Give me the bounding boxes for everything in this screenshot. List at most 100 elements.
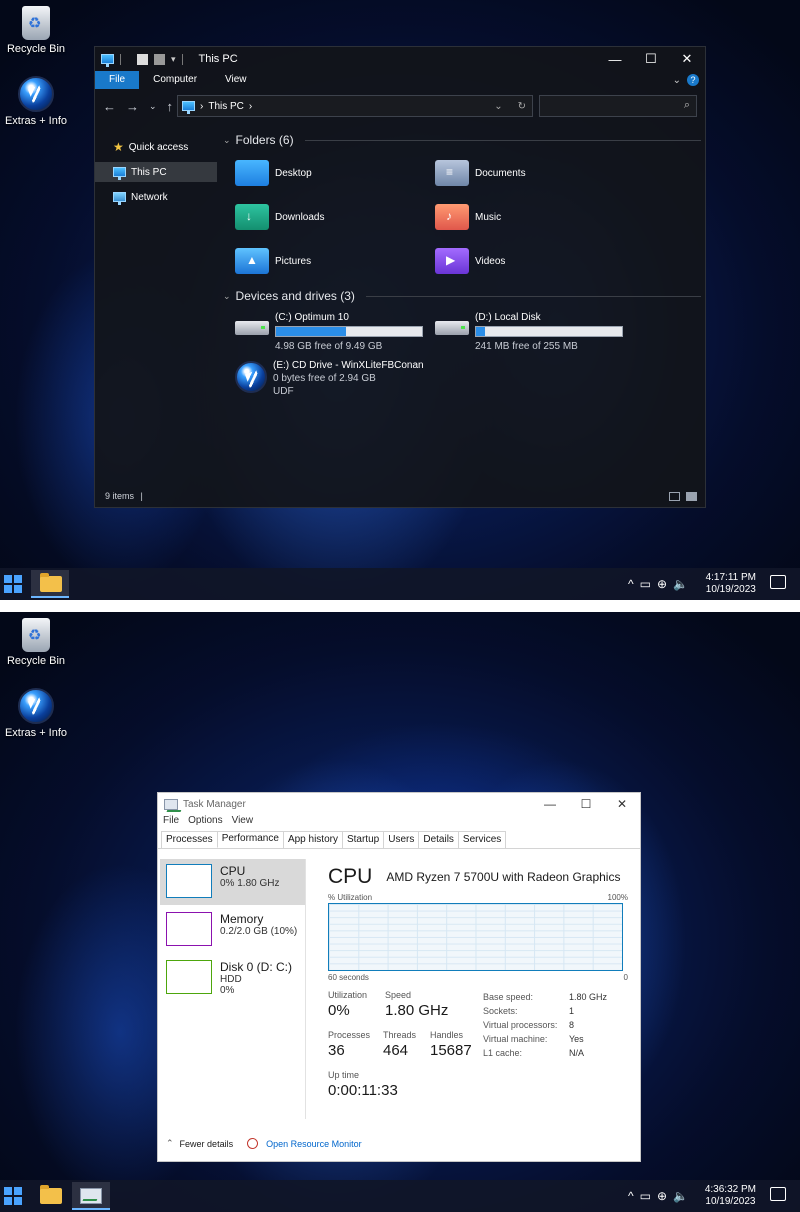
device-icon[interactable]: ▭ bbox=[640, 1189, 651, 1203]
chevron-up-icon[interactable]: ^ bbox=[628, 1189, 634, 1203]
pictures-folder-icon bbox=[235, 248, 269, 274]
clock[interactable]: 4:36:32 PM 10/19/2023 bbox=[705, 1184, 756, 1208]
tab-view[interactable]: View bbox=[211, 71, 261, 89]
navigation-pane: ★ Quick access This PC Network bbox=[95, 131, 217, 471]
tab-users[interactable]: Users bbox=[383, 831, 420, 848]
tab-processes[interactable]: Processes bbox=[161, 831, 218, 848]
back-arrow-icon[interactable]: ← bbox=[103, 99, 116, 114]
address-bar[interactable]: › This PC › ⌄ ↻ bbox=[177, 95, 533, 117]
drive-e[interactable]: (E:) CD Drive - WinXLiteFBConan 0 bytes … bbox=[235, 359, 433, 403]
maximize-button[interactable]: ☐ bbox=[633, 47, 669, 71]
tab-strip: Processes Performance App history Startu… bbox=[158, 831, 640, 849]
recent-locations-icon[interactable]: ⌄ bbox=[149, 101, 157, 112]
menu-view[interactable]: View bbox=[232, 815, 254, 831]
system-tray: ^ ▭ ⊕ 🔈 bbox=[628, 1180, 694, 1212]
device-icon[interactable]: ▭ bbox=[640, 577, 651, 591]
customize-toolbar-icon[interactable]: ▾ bbox=[171, 54, 176, 65]
drives-group-header[interactable]: ⌄ Devices and drives (3) bbox=[223, 287, 701, 305]
window-title: This PC bbox=[198, 53, 238, 65]
volume-icon[interactable]: 🔈 bbox=[673, 1189, 688, 1203]
drive-c[interactable]: (C:) Optimum 10 4.98 GB free of 9.49 GB bbox=[235, 311, 433, 355]
close-button[interactable]: ✕ bbox=[604, 793, 640, 815]
drive-d[interactable]: (D:) Local Disk 241 MB free of 255 MB bbox=[435, 311, 633, 355]
folder-downloads[interactable]: Downloads bbox=[235, 199, 433, 235]
resource-detail: HDD bbox=[220, 974, 242, 985]
tab-startup[interactable]: Startup bbox=[341, 831, 385, 848]
help-icon[interactable]: ? bbox=[687, 74, 699, 86]
desktop-icon-recycle-bin[interactable]: Recycle Bin bbox=[2, 6, 70, 55]
tab-computer[interactable]: Computer bbox=[139, 71, 211, 89]
menu-options[interactable]: Options bbox=[188, 815, 222, 831]
forward-arrow-icon[interactable]: → bbox=[126, 99, 139, 114]
globe-icon[interactable]: ⊕ bbox=[657, 1189, 667, 1203]
this-pc-icon bbox=[101, 54, 114, 67]
minimize-button[interactable]: — bbox=[532, 793, 568, 815]
breadcrumb-separator-icon[interactable]: › bbox=[249, 101, 252, 112]
clock-time: 4:17:11 PM bbox=[705, 572, 756, 583]
nav-item-this-pc[interactable]: This PC bbox=[95, 162, 217, 182]
footer: ⌃ Fewer details Open Resource Monitor bbox=[166, 1138, 362, 1149]
taskbar-file-explorer[interactable] bbox=[31, 1182, 69, 1210]
drive-name: (D:) Local Disk bbox=[475, 312, 541, 323]
large-icons-view-icon[interactable] bbox=[686, 492, 697, 501]
menu-file[interactable]: File bbox=[163, 815, 179, 831]
address-dropdown-icon[interactable]: ⌄ bbox=[494, 101, 502, 112]
nav-item-quick-access[interactable]: ★ Quick access bbox=[95, 137, 217, 157]
folder-videos[interactable]: Videos bbox=[435, 243, 633, 279]
chevron-up-icon[interactable]: ⌃ bbox=[166, 1138, 174, 1149]
window-title: Task Manager bbox=[183, 798, 246, 810]
globe-icon[interactable]: ⊕ bbox=[657, 577, 667, 591]
ribbon-expand-icon[interactable]: ⌄ bbox=[673, 75, 681, 86]
details-view-icon[interactable] bbox=[669, 492, 680, 501]
resource-name: Disk 0 (D: C:) bbox=[220, 960, 292, 974]
close-button[interactable]: ✕ bbox=[669, 47, 705, 71]
properties-icon[interactable] bbox=[137, 53, 148, 65]
title-bar: ▾ This PC — ☐ ✕ bbox=[95, 47, 705, 71]
folder-documents[interactable]: Documents bbox=[435, 155, 633, 191]
taskbar-file-explorer[interactable] bbox=[31, 570, 69, 598]
folder-music[interactable]: Music bbox=[435, 199, 633, 235]
notification-icon[interactable] bbox=[770, 575, 786, 589]
folder-desktop[interactable]: Desktop bbox=[235, 155, 433, 191]
maximize-button[interactable]: ☐ bbox=[568, 793, 604, 815]
tab-app-history[interactable]: App history bbox=[282, 831, 343, 848]
folders-group-header[interactable]: ⌄ Folders (6) bbox=[223, 131, 701, 149]
network-icon bbox=[113, 192, 126, 205]
clock-date: 10/19/2023 bbox=[705, 1196, 756, 1207]
clock[interactable]: 4:17:11 PM 10/19/2023 bbox=[706, 572, 756, 596]
open-resource-monitor-link[interactable]: Open Resource Monitor bbox=[266, 1139, 362, 1149]
tab-performance[interactable]: Performance bbox=[216, 831, 284, 848]
desktop-icon-recycle-bin[interactable]: Recycle Bin bbox=[2, 618, 70, 667]
volume-icon[interactable]: 🔈 bbox=[673, 577, 688, 591]
tab-services[interactable]: Services bbox=[457, 831, 507, 848]
minimize-button[interactable]: — bbox=[597, 47, 633, 71]
folder-icon bbox=[40, 573, 62, 592]
tab-file[interactable]: File bbox=[95, 71, 140, 89]
desktop-icon-extras[interactable]: Extras + Info bbox=[2, 76, 70, 127]
fewer-details-button[interactable]: Fewer details bbox=[180, 1139, 234, 1149]
folder-pictures[interactable]: Pictures bbox=[235, 243, 433, 279]
desktop-icon-label: Recycle Bin bbox=[6, 43, 66, 55]
desktop-icon-extras[interactable]: Extras + Info bbox=[2, 688, 70, 739]
search-box[interactable]: ⌕ bbox=[539, 95, 697, 117]
folder-icon bbox=[40, 1185, 62, 1204]
start-button[interactable] bbox=[4, 1187, 22, 1205]
stat-speed: Speed 1.80 GHz bbox=[385, 990, 449, 1019]
chevron-up-icon[interactable]: ^ bbox=[628, 577, 634, 591]
start-button[interactable] bbox=[4, 575, 22, 593]
nav-item-network[interactable]: Network bbox=[95, 187, 217, 207]
breadcrumb-this-pc[interactable]: This PC bbox=[208, 101, 244, 112]
drive-name: (C:) Optimum 10 bbox=[275, 312, 349, 323]
refresh-icon[interactable]: ↻ bbox=[518, 101, 526, 112]
resource-memory[interactable]: Memory 0.2/2.0 GB (10%) bbox=[160, 907, 305, 953]
extras-orb-icon bbox=[18, 688, 54, 724]
ribbon-tabs: File Computer View ⌄ ? bbox=[95, 71, 705, 89]
taskbar-task-manager[interactable] bbox=[72, 1182, 110, 1210]
tab-details[interactable]: Details bbox=[418, 831, 459, 848]
notification-icon[interactable] bbox=[770, 1187, 786, 1201]
screenshot-task-manager: Recycle Bin Extras + Info Task Manager —… bbox=[0, 612, 800, 1212]
up-arrow-icon[interactable]: ↑ bbox=[167, 99, 174, 114]
new-folder-icon[interactable] bbox=[154, 53, 165, 65]
resource-disk[interactable]: Disk 0 (D: C:) HDD 0% bbox=[160, 955, 305, 1001]
resource-cpu[interactable]: CPU 0% 1.80 GHz bbox=[160, 859, 305, 905]
